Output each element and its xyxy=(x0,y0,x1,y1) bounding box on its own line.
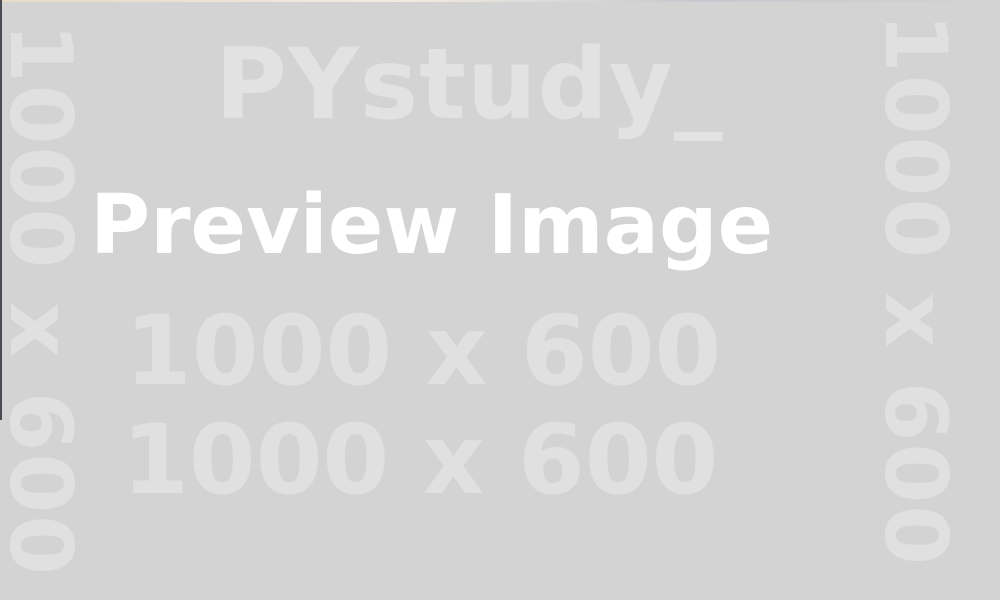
top-edge-strip xyxy=(0,0,1000,2)
brand-watermark: PYstudy_ xyxy=(215,28,724,142)
side-dimensions-left: 1000 x 600 xyxy=(0,22,90,578)
dimensions-label-secondary: 1000 x 600 xyxy=(122,404,719,516)
side-dimensions-right: 1000 x 600 xyxy=(865,12,965,568)
dimensions-label-primary: 1000 x 600 xyxy=(125,295,722,407)
preview-image-canvas: 1000 x 600 1000 x 600 PYstudy_ Preview I… xyxy=(0,0,1000,600)
preview-headline: Preview Image xyxy=(90,178,774,273)
